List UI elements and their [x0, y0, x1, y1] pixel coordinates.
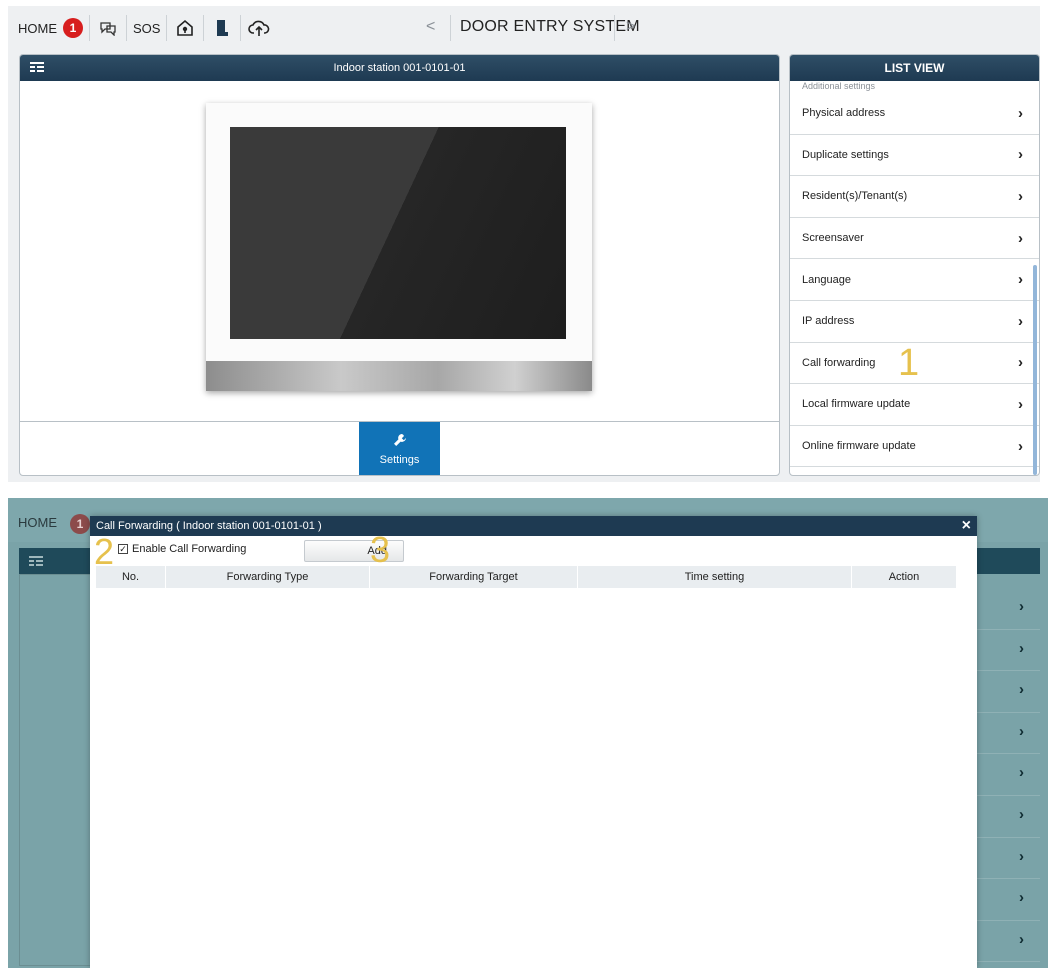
list-item-label: Call forwarding [802, 356, 876, 369]
column-header-action: Action [888, 571, 920, 583]
sos-button[interactable]: SOS [133, 21, 160, 36]
chevron-right-icon: › [1018, 354, 1023, 372]
chevron-right-icon: › [1019, 598, 1024, 615]
divider [126, 15, 127, 41]
list-item-screensaver[interactable]: Screensaver › [790, 218, 1039, 260]
divider [166, 15, 168, 41]
messages-icon[interactable] [96, 16, 120, 40]
divider [203, 15, 205, 41]
list-menu-icon[interactable] [30, 61, 44, 73]
list-item-label: Online firmware update [802, 440, 916, 453]
door-icon[interactable] [210, 16, 234, 40]
close-icon[interactable]: × [962, 517, 971, 535]
chevron-right-icon: › [1018, 437, 1023, 455]
chevron-right-icon: › [1019, 930, 1024, 948]
list-item-label: Local firmware update [802, 398, 911, 411]
chevron-right-icon: › [1018, 271, 1023, 289]
station-title: Indoor station 001-0101-01 [333, 62, 466, 74]
chevron-right-icon: › [1018, 104, 1023, 122]
column-header-forwarding-target: Forwarding Target [370, 566, 578, 588]
chevron-right-icon: › [1018, 229, 1023, 247]
chevron-right-icon: › [1018, 146, 1023, 164]
dialog-title: Call Forwarding ( Indoor station 001-010… [96, 520, 322, 532]
list-item-residents[interactable]: Resident(s)/Tenant(s) › [790, 176, 1039, 218]
dialog-header: Call Forwarding ( Indoor station 001-010… [90, 516, 977, 536]
list-view-panel: LIST VIEW Additional settings Physical a… [789, 54, 1040, 476]
dialog-toolbar: 2 ✓ Enable Call Forwarding Add 3 [90, 532, 977, 570]
station-footer: Settings [20, 421, 779, 475]
device-metal-bar [206, 361, 592, 391]
enable-call-forwarding-checkbox[interactable]: ✓ Enable Call Forwarding [118, 543, 246, 555]
next-button[interactable]: > [626, 18, 635, 36]
previous-button[interactable]: < [426, 18, 435, 36]
list-item-physical-address[interactable]: Physical address › [790, 93, 1039, 135]
forwarding-table-header: No. Forwarding Type Forwarding Target Ti… [96, 566, 956, 588]
list-item-label: Physical address [802, 107, 886, 120]
chevron-right-icon: › [1019, 681, 1024, 699]
chevron-right-icon: › [1019, 639, 1024, 657]
list-item-local-firmware-update[interactable]: Local firmware update › [790, 384, 1039, 426]
enable-label: Enable Call Forwarding [132, 543, 247, 555]
scrollbar[interactable] [1033, 265, 1037, 475]
chevron-right-icon: › [1018, 395, 1023, 413]
list-item-label: Language [802, 273, 851, 286]
step-marker: 3 [370, 529, 391, 570]
notification-badge: 1 [70, 514, 90, 534]
home-safety-icon[interactable] [173, 16, 197, 40]
chevron-right-icon: › [1019, 722, 1024, 740]
chevron-right-icon: › [1018, 312, 1023, 330]
cloud-upload-icon[interactable] [247, 16, 271, 40]
indoor-station-panel: Indoor station 001-0101-01 Settings [19, 54, 780, 476]
chevron-right-icon: › [1019, 764, 1024, 782]
step-marker: 1 [898, 341, 920, 384]
divider [240, 15, 242, 41]
checkbox-checked-icon[interactable]: ✓ [118, 544, 128, 554]
list-item-language[interactable]: Language › [790, 259, 1039, 301]
list-item-duplicate-settings[interactable]: Duplicate settings › [790, 135, 1039, 177]
list-item-label: Duplicate settings [802, 148, 889, 161]
group-label: Additional settings [802, 81, 876, 91]
home-link: HOME [18, 515, 57, 530]
column-header-no: No. [96, 566, 166, 588]
settings-label: Settings [379, 453, 420, 466]
list-item-online-firmware-update[interactable]: Online firmware update › [790, 426, 1039, 468]
list-item-call-forwarding[interactable]: Call forwarding 1 › [790, 343, 1039, 385]
list-item-label: Resident(s)/Tenant(s) [802, 190, 908, 203]
home-link[interactable]: HOME [8, 21, 63, 36]
list-item-label: IP address [802, 315, 855, 328]
wrench-icon [393, 433, 407, 450]
indoor-station-image [206, 103, 592, 391]
list-item-label: Screensaver [802, 232, 864, 245]
divider [89, 15, 90, 41]
page-title: DOOR ENTRY SYSTEM [460, 18, 640, 35]
chevron-right-icon: › [1018, 187, 1023, 205]
list-menu-icon [29, 554, 43, 566]
divider [614, 15, 615, 41]
chevron-right-icon: › [1019, 889, 1024, 907]
list-item-ip-address[interactable]: IP address › [790, 301, 1039, 343]
device-screen [230, 127, 566, 339]
dialog-screen: HOME 1 › › › › › › › › › Call Forwarding… [8, 498, 1048, 968]
chevron-right-icon: › [1019, 805, 1024, 823]
top-navigation-bar: HOME 1 SOS < DOOR ENTRY SYSTEM > [8, 6, 1040, 50]
step-marker: 2 [94, 531, 115, 572]
column-header-forwarding-type: Forwarding Type [166, 566, 370, 588]
main-screen: HOME 1 SOS < DOOR ENTRY SYSTEM > Indoor … [8, 6, 1040, 482]
settings-button[interactable]: Settings [359, 422, 440, 475]
call-forwarding-dialog: Call Forwarding ( Indoor station 001-010… [90, 516, 977, 968]
chevron-right-icon: › [1019, 847, 1024, 865]
notification-badge[interactable]: 1 [63, 18, 83, 38]
column-header-time-setting: Time setting [578, 566, 852, 588]
list-view-header: LIST VIEW [790, 55, 1039, 81]
station-header: Indoor station 001-0101-01 [20, 55, 779, 81]
divider [450, 15, 451, 41]
